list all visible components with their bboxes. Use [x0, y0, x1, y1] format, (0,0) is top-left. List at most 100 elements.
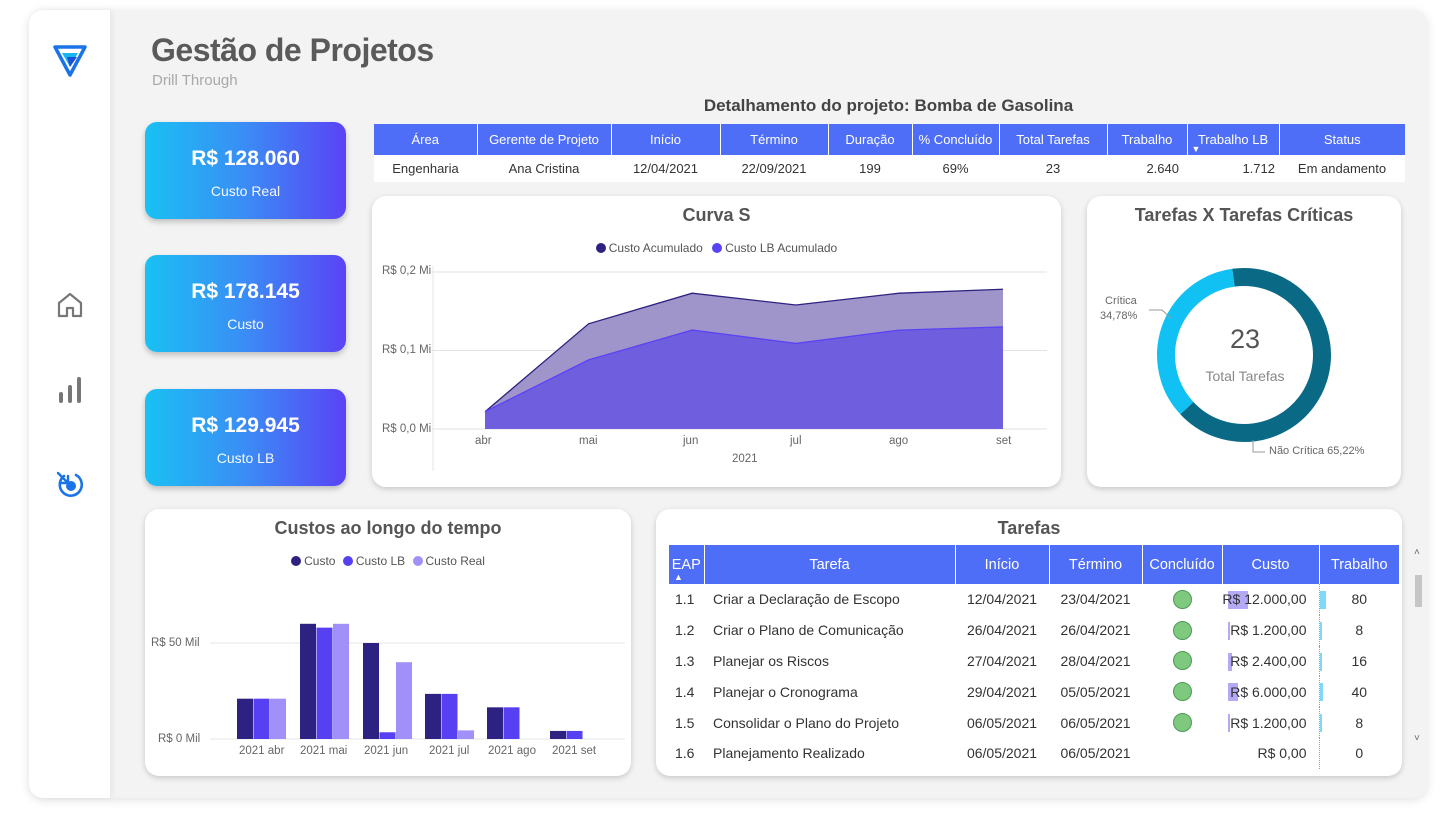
cell-inicio: 06/05/2021 [966, 714, 1038, 731]
tarefas-table: EAP ▲ Tarefa Início Término Concluído Cus… [669, 545, 1399, 769]
cell-termino: 06/05/2021 [1060, 714, 1131, 731]
col-inicio[interactable]: Início [955, 545, 1050, 584]
x-tick: jun [683, 435, 699, 447]
bar-chart-icon[interactable] [29, 370, 110, 410]
bar-custo-lb [566, 730, 583, 739]
col-concluido[interactable]: Concluído [1142, 545, 1223, 584]
col-trabalho-lb[interactable]: Trabalho LB ▼ [1187, 124, 1280, 155]
col-trabalho[interactable]: Trabalho [1107, 124, 1188, 155]
y-tick: R$ 0,2 Mi [382, 265, 432, 277]
cell-eap: 1.4 [675, 683, 695, 700]
status-dot-icon [1172, 682, 1192, 702]
kpi-value: R$ 128.060 [191, 147, 300, 170]
kpi-custo[interactable]: R$ 178.145 Custo [145, 255, 346, 352]
tarefas-title: Tarefas [997, 518, 1061, 538]
bar-custo-real [396, 662, 412, 739]
x-tick: set [996, 435, 1012, 447]
cell-inicio: 12/04/2021 [966, 591, 1038, 608]
bar-custo [487, 707, 503, 739]
kpi-value: R$ 178.145 [191, 280, 300, 303]
kpi-custo-real[interactable]: R$ 128.060 Custo Real [145, 122, 346, 219]
work-bar [1319, 591, 1326, 609]
table-row[interactable]: 1.6 Planejamento Realizado 06/05/2021 06/05… [669, 737, 1399, 769]
y-tick: R$ 0 Mil [158, 733, 201, 745]
cell-termino: 26/04/2021 [1060, 622, 1131, 639]
cell-termino: 23/04/2021 [1060, 591, 1131, 608]
donut-center-label: Total Tarefas [1205, 368, 1285, 384]
bar-custo [425, 693, 441, 739]
cell-eap: 1.2 [675, 622, 695, 639]
home-icon[interactable] [29, 285, 110, 325]
cell-custo: R$ 12.000,00 [1222, 584, 1319, 615]
cell-termino: 06/05/2021 [1060, 745, 1131, 762]
col-inicio[interactable]: Início [611, 124, 721, 155]
cell-status: Em andamento [1279, 155, 1405, 182]
col-custo[interactable]: Custo [1222, 545, 1320, 584]
cell-trabalho-lb: 1.712 [1187, 155, 1279, 182]
col-trabalho[interactable]: Trabalho [1319, 545, 1399, 584]
bar-custo [237, 698, 253, 739]
scroll-down-icon[interactable]: ˅ [1414, 733, 1420, 744]
cell-trabalho: 16 [1318, 645, 1399, 677]
cell-tarefa: Consolidar o Plano do Projeto [713, 714, 900, 731]
cell-trabalho: 2.640 [1107, 155, 1187, 182]
bar-custo-lb [503, 707, 520, 739]
kpi-custo-lb[interactable]: R$ 129.945 Custo LB [145, 389, 346, 486]
scrollbar[interactable]: ˄ ˅ [1414, 547, 1424, 747]
x-tick: jul [790, 435, 802, 447]
x-tick: 2021 jul [429, 745, 470, 757]
col-tarefa[interactable]: Tarefa [704, 545, 956, 584]
table-row[interactable]: 1.5 Consolidar o Plano do Projeto 06/05/20… [669, 707, 1399, 738]
sort-asc-icon: ▲ [674, 572, 683, 582]
scroll-thumb[interactable] [1415, 575, 1422, 607]
bar-custo-real [333, 623, 349, 739]
work-bar [1319, 714, 1322, 733]
col-termino[interactable]: Término [1049, 545, 1143, 584]
cell-concluido: 69% [912, 155, 999, 182]
nao-critica-label: Não Crítica 65,22% [1269, 445, 1365, 457]
x-tick: 2021 mai [300, 745, 348, 757]
col-gerente[interactable]: Gerente de Projeto [477, 124, 612, 155]
bar-custo-real [458, 730, 474, 739]
table-row[interactable]: 1.2 Criar o Plano de Comunicação 26/04/202… [669, 614, 1399, 646]
col-total-tarefas[interactable]: Total Tarefas [999, 124, 1108, 155]
table-row[interactable]: 1.3 Planejar os Riscos 27/04/2021 28/04/202… [669, 645, 1399, 677]
kpi-value: R$ 129.945 [191, 414, 300, 437]
x-tick: ago [889, 435, 909, 447]
bar-custo-lb [316, 627, 333, 739]
col-status[interactable]: Status [1279, 124, 1405, 155]
cost-value: R$ 1.200,00 [1230, 714, 1307, 731]
logo-icon[interactable] [29, 42, 110, 78]
col-eap[interactable]: EAP ▲ [669, 545, 705, 584]
cell-inicio: 27/04/2021 [966, 652, 1038, 669]
cell-inicio: 29/04/2021 [966, 683, 1038, 700]
col-area[interactable]: Área [374, 124, 478, 155]
table-row[interactable]: 1.1 Criar a Declaração de Escopo 12/04/202… [669, 584, 1399, 615]
y-tick: R$ 50 Mil [151, 637, 200, 649]
status-dot-icon [1172, 620, 1192, 640]
curva-s-card: Curva S Custo Acumulado Custo LB Acumula… [372, 196, 1061, 487]
table-row[interactable]: Engenharia Ana Cristina 12/04/2021 22/09… [374, 155, 1405, 182]
col-concluido[interactable]: % Concluído [912, 124, 1000, 155]
kpi-label: Custo [227, 316, 264, 332]
table-row[interactable]: 1.4 Planejar o Cronograma 29/04/2021 05/05/… [669, 676, 1399, 708]
x-tick: 2021 ago [488, 745, 536, 757]
scroll-up-icon[interactable]: ˄ [1414, 547, 1420, 558]
custos-card: Custos ao longo do tempo Custo Custo LB … [145, 509, 631, 776]
page-subtitle: Drill Through [152, 72, 238, 89]
project-table-title: Detalhamento do projeto: Bomba de Gasoli… [703, 96, 1074, 115]
x-tick: abr [475, 435, 492, 447]
col-termino[interactable]: Término [720, 124, 829, 155]
x-tick: 2021 jun [364, 745, 409, 757]
cell-concluido [1142, 646, 1222, 677]
cell-inicio: 06/05/2021 [966, 745, 1038, 762]
custos-chart[interactable] [145, 509, 631, 776]
kpi-label: Custo LB [216, 450, 275, 466]
work-bar [1319, 621, 1322, 640]
drill-through-icon[interactable] [29, 465, 110, 505]
col-duracao[interactable]: Duração [828, 124, 913, 155]
cell-trabalho: 8 [1318, 707, 1399, 738]
work-value: 16 [1351, 652, 1368, 669]
work-bar [1319, 652, 1322, 671]
cost-value: R$ 6.000,00 [1230, 683, 1307, 700]
